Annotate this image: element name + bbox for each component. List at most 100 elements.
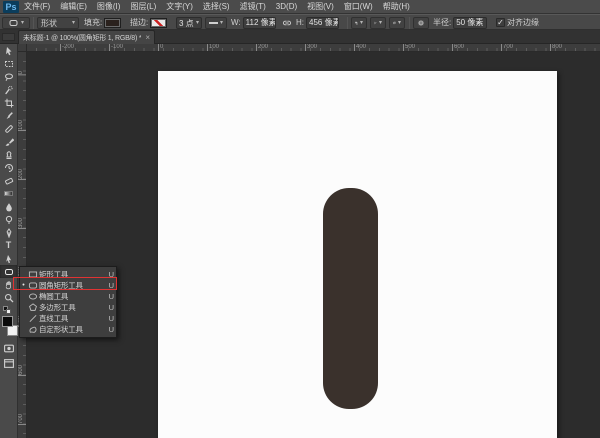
quick-mask-button[interactable] (0, 342, 18, 355)
height-input[interactable]: 456 像素 (306, 17, 339, 29)
ruler-tick-label: 500 (403, 44, 415, 52)
pen-tool-icon (4, 228, 14, 238)
path-alignment-icon (374, 18, 377, 28)
tool-mode-dropdown[interactable]: 形状 ▾ (37, 17, 79, 29)
menu-file[interactable]: 文件(F) (19, 1, 55, 12)
ruler-tick-label: 0 (158, 44, 163, 52)
flyout-item-custom-shape-tool[interactable]: 自定形状工具 U (20, 324, 116, 335)
default-colors-icon[interactable] (3, 306, 12, 314)
rectangular-marquee-tool[interactable] (0, 57, 17, 70)
width-input[interactable]: 112 像素 (243, 17, 276, 29)
fill-color-swatch[interactable] (104, 18, 121, 28)
screen-mode-icon (3, 358, 15, 369)
pen-tool[interactable] (0, 226, 17, 239)
flyout-item-shortcut: U (104, 281, 114, 290)
flyout-item-polygon-tool[interactable]: 多边形工具 U (20, 302, 116, 313)
clone-stamp-tool[interactable] (0, 148, 17, 161)
flyout-item-line-tool[interactable]: 直线工具 U (20, 313, 116, 324)
flyout-item-rectangle-tool[interactable]: 矩形工具 U (20, 269, 116, 280)
menu-filter[interactable]: 滤镜(T) (235, 1, 271, 12)
menu-window[interactable]: 窗口(W) (339, 1, 378, 12)
horizontal-type-tool[interactable]: T (0, 239, 17, 252)
quick-mask-icon (3, 343, 15, 354)
menu-type[interactable]: 文字(Y) (161, 1, 198, 12)
eyedropper-tool-icon (4, 111, 14, 121)
crop-tool[interactable] (0, 96, 17, 109)
menu-help[interactable]: 帮助(H) (378, 1, 415, 12)
stroke-width-value: 3 点 (179, 18, 194, 29)
polygon-icon (28, 303, 38, 312)
stroke-style-dropdown[interactable]: ▾ (205, 17, 227, 29)
geometry-options-button[interactable] (413, 17, 429, 29)
rounded-rectangle-tool[interactable] (0, 265, 17, 278)
radius-input[interactable]: 50 像素 (453, 17, 487, 29)
gradient-tool[interactable] (0, 187, 17, 200)
tool-preset-picker[interactable]: ▾ (2, 17, 30, 29)
spot-healing-brush-tool[interactable] (0, 122, 17, 135)
flyout-item-label: 直线工具 (39, 313, 104, 324)
flyout-item-rounded-rectangle-tool[interactable]: • 圆角矩形工具 U (20, 280, 116, 291)
path-arrangement-icon (393, 18, 396, 28)
move-tool[interactable] (0, 44, 17, 57)
foreground-background-swatches (2, 316, 18, 338)
zoom-tool[interactable] (0, 291, 17, 304)
collapse-panel-handle[interactable] (2, 33, 15, 41)
chevron-down-icon: ▾ (72, 20, 75, 26)
ruler-tick-label: 600 (18, 365, 27, 376)
tool-options-bar: ▾ 形状 ▾ 填充: 描边: 3 点 ▾ ▾ W: 112 像素 H: 456 … (0, 14, 600, 30)
ruler-tick-label: 400 (354, 44, 366, 52)
link-dimensions-button[interactable] (281, 17, 293, 28)
eyedropper-tool[interactable] (0, 109, 17, 122)
flyout-item-shortcut: U (104, 292, 114, 301)
history-brush-tool[interactable] (0, 161, 17, 174)
vertical-ruler[interactable]: 0100200300400500600700 (18, 52, 27, 438)
dodge-tool[interactable] (0, 213, 17, 226)
chevron-down-icon: ▾ (398, 20, 401, 26)
solid-line-icon (209, 22, 218, 24)
eraser-tool[interactable] (0, 174, 17, 187)
chevron-down-icon: ▾ (21, 20, 24, 26)
foreground-color-swatch[interactable] (2, 316, 13, 327)
lasso-tool-icon (4, 72, 14, 82)
stroke-color-swatch[interactable] (150, 18, 167, 28)
path-alignment-button[interactable]: ▾ (370, 17, 386, 29)
blur-tool[interactable] (0, 200, 17, 213)
flyout-item-ellipse-tool[interactable]: 椭圆工具 U (20, 291, 116, 302)
screen-mode-button[interactable] (0, 357, 18, 370)
flyout-item-shortcut: U (104, 303, 114, 312)
quick-selection-tool-icon (4, 85, 14, 95)
ruler-corner[interactable] (18, 44, 27, 52)
height-group: H: 456 像素 (296, 17, 339, 28)
ruler-tick-label: 100 (207, 44, 219, 52)
ruler-tick-label: 700 (501, 44, 513, 52)
hand-tool[interactable] (0, 278, 17, 291)
menu-edit[interactable]: 编辑(E) (55, 1, 92, 12)
menu-layer[interactable]: 图层(L) (125, 1, 161, 12)
ruler-tick-label: 300 (305, 44, 317, 52)
path-operations-button[interactable]: ▾ (351, 17, 367, 29)
document-tab[interactable]: 未标题-1 @ 100%(圆角矩形 1, RGB/8) * × (18, 30, 155, 44)
path-selection-tool[interactable] (0, 252, 17, 265)
rounded-rectangle-preset-icon (8, 18, 19, 28)
align-edges-group[interactable]: ✓ 对齐边缘 (496, 17, 539, 28)
blur-tool-icon (4, 202, 14, 212)
selection-marker: • (20, 282, 27, 289)
ruler-tick-label: 200 (256, 44, 268, 52)
menu-select[interactable]: 选择(S) (198, 1, 235, 12)
separator (347, 17, 348, 29)
brush-tool[interactable] (0, 135, 17, 148)
ruler-tick-label: 100 (18, 120, 27, 131)
path-arrangement-button[interactable]: ▾ (389, 17, 405, 29)
menu-view[interactable]: 视图(V) (302, 1, 339, 12)
stroke-width-field[interactable]: 3 点 ▾ (176, 17, 202, 29)
quick-selection-tool[interactable] (0, 83, 17, 96)
align-edges-checkbox[interactable]: ✓ (496, 18, 505, 27)
lasso-tool[interactable] (0, 70, 17, 83)
menu-image[interactable]: 图像(I) (92, 1, 126, 12)
rounded-rectangle-tool-icon (4, 267, 14, 277)
close-tab-icon[interactable]: × (145, 34, 150, 42)
zoom-tool-icon (4, 293, 14, 303)
rounded-rectangle-icon (28, 281, 38, 290)
horizontal-ruler[interactable]: -200-1000100200300400500600700800 (27, 44, 600, 52)
menu-3d[interactable]: 3D(D) (271, 2, 302, 11)
